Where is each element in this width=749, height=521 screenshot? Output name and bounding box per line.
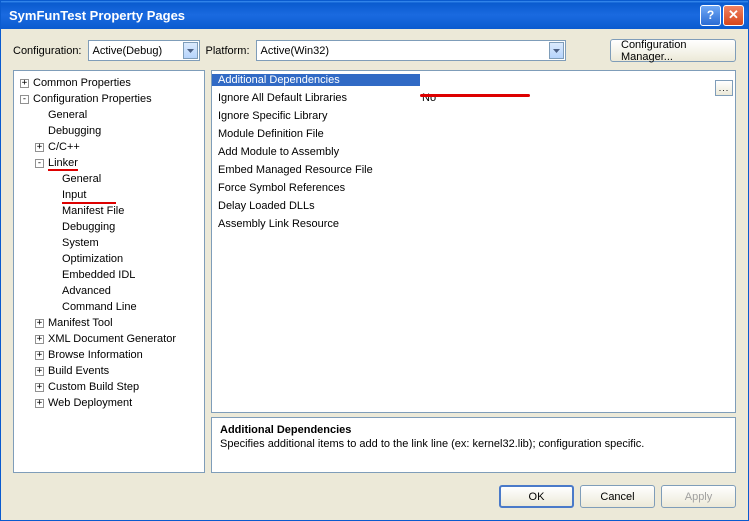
nav-tree[interactable]: +Common Properties -Configuration Proper… — [13, 70, 205, 473]
expand-icon[interactable]: + — [35, 367, 44, 376]
window-title: SymFunTest Property Pages — [9, 8, 700, 23]
chevron-down-icon — [549, 42, 564, 59]
grid-row[interactable]: Module Definition File — [212, 125, 735, 143]
expand-icon[interactable]: + — [35, 335, 44, 344]
tree-node-build-events[interactable]: +Build Events — [16, 363, 202, 379]
config-row: Configuration: Active(Debug) Platform: A… — [1, 29, 748, 70]
tree-node-linker-general[interactable]: General — [16, 171, 202, 187]
tree-node-common-properties[interactable]: +Common Properties — [16, 75, 202, 91]
description-title: Additional Dependencies — [220, 424, 727, 436]
property-grid: Additional Dependencies ... Ignore All D… — [211, 70, 736, 413]
collapse-icon[interactable]: - — [35, 159, 44, 168]
tree-node-debugging[interactable]: Debugging — [16, 123, 202, 139]
titlebar[interactable]: SymFunTest Property Pages ? ✕ — [1, 1, 748, 29]
platform-label: Platform: — [206, 45, 250, 57]
expand-icon[interactable]: + — [35, 383, 44, 392]
close-button[interactable]: ✕ — [723, 5, 744, 26]
grid-row[interactable]: Ignore Specific Library — [212, 107, 735, 125]
tree-node-configuration-properties[interactable]: -Configuration Properties — [16, 91, 202, 107]
expand-icon[interactable]: + — [35, 143, 44, 152]
expand-icon[interactable]: + — [35, 319, 44, 328]
tree-node-linker-embedded-idl[interactable]: Embedded IDL — [16, 267, 202, 283]
platform-value: Active(Win32) — [261, 45, 329, 57]
grid-row[interactable]: Ignore All Default LibrariesNo — [212, 89, 735, 107]
grid-row[interactable]: Add Module to Assembly — [212, 143, 735, 161]
help-button[interactable]: ? — [700, 5, 721, 26]
configuration-manager-button[interactable]: Configuration Manager... — [610, 39, 736, 62]
tree-node-xml-doc-gen[interactable]: +XML Document Generator — [16, 331, 202, 347]
browse-button[interactable]: ... — [715, 80, 733, 96]
highlight-mark — [420, 94, 530, 97]
tree-node-linker[interactable]: -Linker — [16, 155, 202, 171]
tree-node-linker-system[interactable]: System — [16, 235, 202, 251]
grid-row-additional-dependencies[interactable]: Additional Dependencies ... — [212, 71, 735, 89]
expand-icon[interactable]: + — [20, 79, 29, 88]
tree-node-web-deployment[interactable]: +Web Deployment — [16, 395, 202, 411]
grid-row[interactable]: Delay Loaded DLLs — [212, 197, 735, 215]
tree-node-linker-debugging[interactable]: Debugging — [16, 219, 202, 235]
grid-name: Additional Dependencies — [212, 74, 420, 86]
description-body: Specifies additional items to add to the… — [220, 438, 727, 450]
collapse-icon[interactable]: - — [20, 95, 29, 104]
tree-node-custom-build-step[interactable]: +Custom Build Step — [16, 379, 202, 395]
tree-node-linker-advanced[interactable]: Advanced — [16, 283, 202, 299]
cancel-button[interactable]: Cancel — [580, 485, 655, 508]
platform-combo[interactable]: Active(Win32) — [256, 40, 566, 61]
chevron-down-icon — [183, 42, 198, 59]
tree-node-general[interactable]: General — [16, 107, 202, 123]
apply-button: Apply — [661, 485, 736, 508]
tree-node-linker-input[interactable]: Input — [16, 187, 202, 203]
property-pages-dialog: SymFunTest Property Pages ? ✕ Configurat… — [0, 0, 749, 521]
configuration-value: Active(Debug) — [93, 45, 163, 57]
configuration-label: Configuration: — [13, 45, 82, 57]
grid-row[interactable]: Assembly Link Resource — [212, 215, 735, 233]
expand-icon[interactable]: + — [35, 399, 44, 408]
dialog-footer: OK Cancel Apply — [1, 477, 748, 520]
grid-row[interactable]: Embed Managed Resource File — [212, 161, 735, 179]
description-panel: Additional Dependencies Specifies additi… — [211, 417, 736, 473]
tree-node-browse-info[interactable]: +Browse Information — [16, 347, 202, 363]
expand-icon[interactable]: + — [35, 351, 44, 360]
tree-node-cpp[interactable]: +C/C++ — [16, 139, 202, 155]
ok-button[interactable]: OK — [499, 485, 574, 508]
tree-node-manifest-tool[interactable]: +Manifest Tool — [16, 315, 202, 331]
tree-node-linker-manifest[interactable]: Manifest File — [16, 203, 202, 219]
configuration-combo[interactable]: Active(Debug) — [88, 40, 200, 61]
tree-node-linker-command-line[interactable]: Command Line — [16, 299, 202, 315]
grid-row[interactable]: Force Symbol References — [212, 179, 735, 197]
tree-node-linker-optimization[interactable]: Optimization — [16, 251, 202, 267]
